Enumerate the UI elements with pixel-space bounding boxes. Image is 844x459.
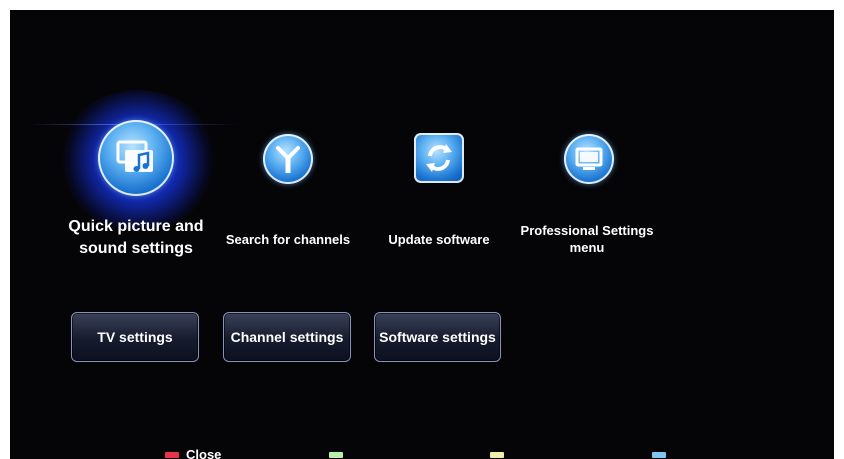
tile-label: Search for channels — [225, 232, 351, 247]
tile-label: Quick picture and sound settings — [68, 218, 204, 257]
tile-label: Update software — [388, 232, 490, 247]
monitor-icon — [564, 134, 614, 184]
green-key-icon[interactable] — [329, 452, 343, 458]
picture-sound-icon — [98, 120, 174, 196]
red-key-icon[interactable] — [165, 452, 179, 458]
blue-key-icon[interactable] — [652, 452, 666, 458]
antenna-icon — [263, 134, 313, 184]
channel-settings-button[interactable]: Channel settings — [223, 312, 351, 362]
tv-screen: Quick picture and sound settings Search … — [10, 10, 834, 459]
yellow-key-icon[interactable] — [490, 452, 504, 458]
refresh-icon — [414, 133, 464, 183]
tv-settings-button[interactable]: TV settings — [71, 312, 199, 362]
software-settings-button[interactable]: Software settings — [374, 312, 501, 362]
close-key-label[interactable]: Close — [186, 447, 221, 459]
tile-label: Professional Settings menu — [520, 223, 654, 255]
